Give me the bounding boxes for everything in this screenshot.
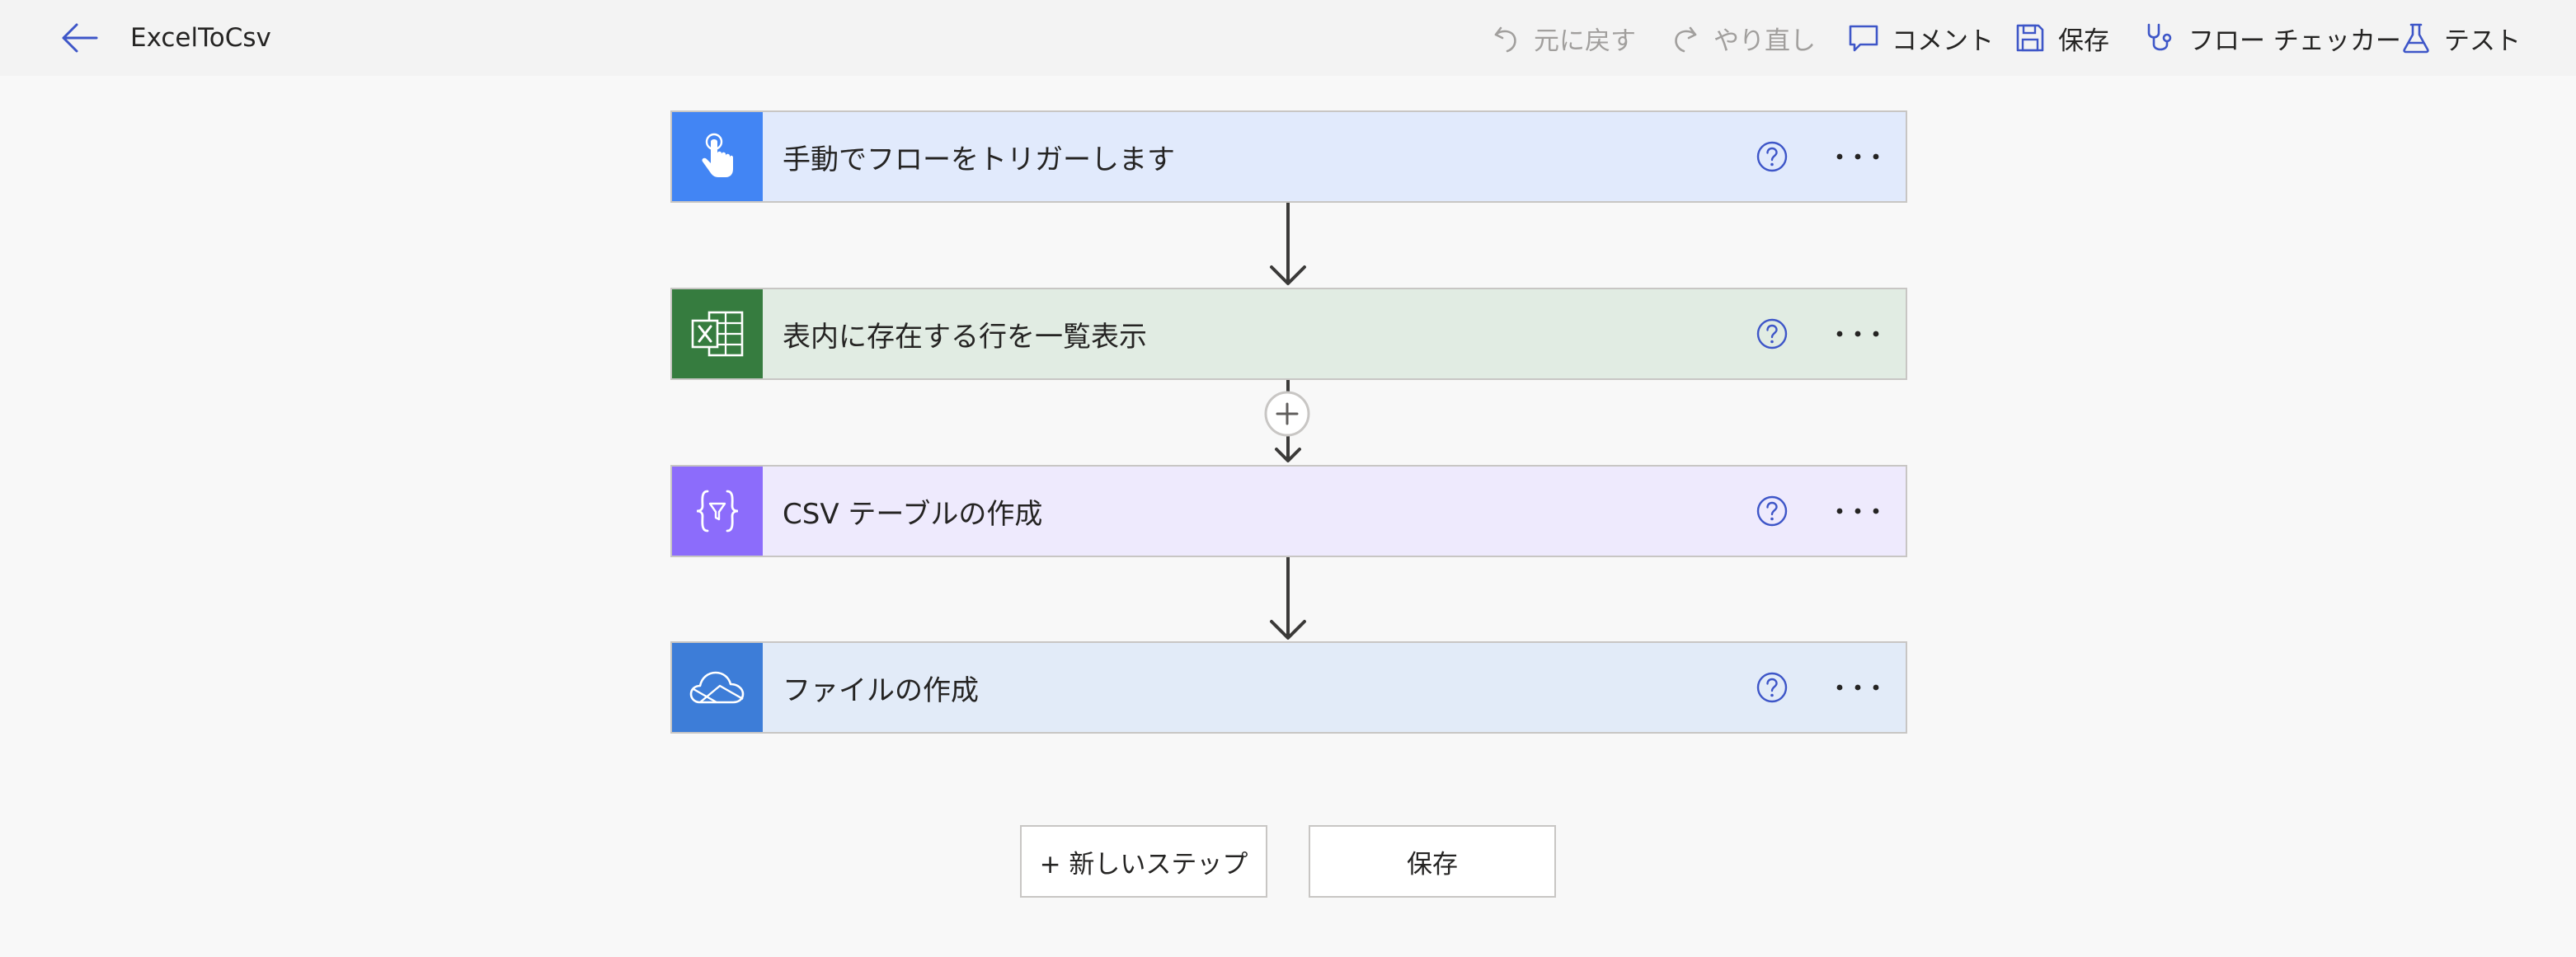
top-bar: ExcelToCsv 元に戻す やり直し コメント 保存 フロー チェッカー テ… xyxy=(0,0,2576,76)
help-button[interactable] xyxy=(1756,495,1789,528)
step-title: 表内に存在する行を一覧表示 xyxy=(783,320,1147,354)
back-button[interactable] xyxy=(54,16,104,59)
flow-checker-button[interactable]: フロー チェッカー xyxy=(2144,15,2401,61)
onedrive-icon xyxy=(672,643,763,732)
undo-label: 元に戻す xyxy=(1534,26,1636,56)
more-icon xyxy=(1836,684,1879,691)
arrow-left-icon xyxy=(62,23,98,53)
step-title: CSV テーブルの作成 xyxy=(783,497,1043,531)
step-title: ファイルの作成 xyxy=(783,673,979,707)
help-icon xyxy=(1756,141,1788,172)
more-icon xyxy=(1836,331,1879,337)
help-icon xyxy=(1756,495,1788,527)
data-operation-icon xyxy=(672,467,763,556)
more-options-button[interactable] xyxy=(1831,671,1884,704)
insert-step-button[interactable] xyxy=(1263,390,1311,438)
flow-checker-label: フロー チェッカー xyxy=(2188,26,2401,56)
command-bar: 元に戻す やり直し コメント 保存 フロー チェッカー テスト xyxy=(1460,0,2576,76)
save-toolbar-label: 保存 xyxy=(2058,26,2109,56)
stethoscope-icon xyxy=(2144,21,2177,54)
flow-title: ExcelToCsv xyxy=(130,23,271,53)
step-card-csv-table[interactable]: CSV テーブルの作成 xyxy=(670,465,1907,557)
more-options-button[interactable] xyxy=(1831,317,1884,350)
excel-icon xyxy=(672,289,763,378)
comment-button[interactable]: コメント xyxy=(1847,15,1994,61)
help-icon xyxy=(1756,318,1788,349)
step-card-excel[interactable]: 表内に存在する行を一覧表示 xyxy=(670,288,1907,380)
help-icon xyxy=(1756,672,1788,703)
comment-icon xyxy=(1847,21,1880,54)
more-icon xyxy=(1836,153,1879,160)
redo-button[interactable]: やり直し xyxy=(1669,15,1816,61)
connector-arrow xyxy=(1270,203,1306,285)
more-icon xyxy=(1836,508,1879,514)
step-card-trigger[interactable]: 手動でフローをトリガーします xyxy=(670,110,1907,203)
undo-icon xyxy=(1489,21,1522,54)
more-options-button[interactable] xyxy=(1831,140,1884,173)
save-button[interactable]: 保存 xyxy=(1309,825,1556,898)
step-card-create-file[interactable]: ファイルの作成 xyxy=(670,641,1907,734)
test-button[interactable]: テスト xyxy=(2400,15,2521,61)
step-title: 手動でフローをトリガーします xyxy=(783,143,1175,176)
comment-label: コメント xyxy=(1892,26,1994,56)
save-icon xyxy=(2014,21,2047,54)
help-button[interactable] xyxy=(1756,317,1789,350)
more-options-button[interactable] xyxy=(1831,495,1884,528)
redo-label: やり直し xyxy=(1713,26,1816,56)
connector-arrow xyxy=(1270,557,1306,640)
redo-icon xyxy=(1669,21,1702,54)
touch-trigger-icon xyxy=(672,112,763,201)
undo-button[interactable]: 元に戻す xyxy=(1489,15,1636,61)
new-step-button[interactable]: + 新しいステップ xyxy=(1020,825,1267,898)
help-button[interactable] xyxy=(1756,671,1789,704)
flask-icon xyxy=(2400,21,2433,54)
test-label: テスト xyxy=(2444,26,2521,56)
help-button[interactable] xyxy=(1756,140,1789,173)
save-toolbar-button[interactable]: 保存 xyxy=(2014,15,2109,61)
